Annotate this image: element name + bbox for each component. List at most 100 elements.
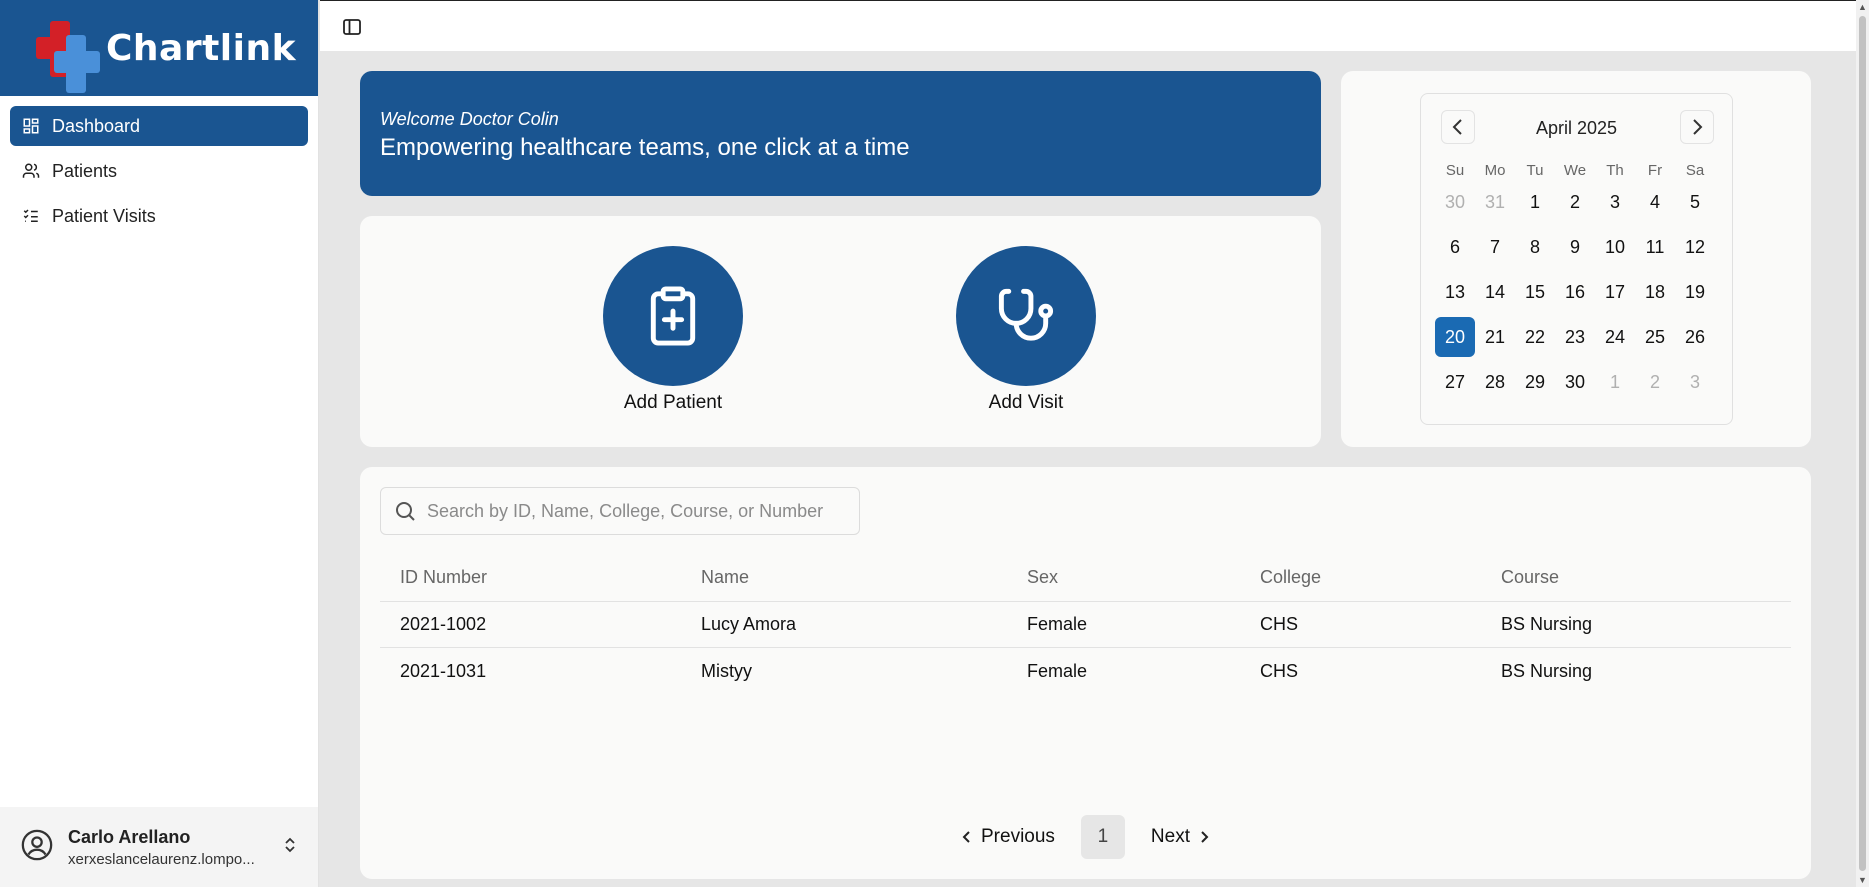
sidebar-item-label: Patient Visits [52, 205, 156, 226]
column-header-name[interactable]: Name [681, 567, 1007, 588]
calendar-day[interactable]: 11 [1635, 227, 1675, 267]
column-header-course[interactable]: Course [1481, 567, 1791, 588]
sidebar-toggle-icon[interactable] [342, 17, 362, 37]
clipboard-plus-icon [650, 286, 696, 346]
scroll-down-arrow-icon[interactable]: ▼ [1856, 873, 1869, 887]
scrollbar-thumb[interactable] [1859, 16, 1866, 871]
welcome-banner: Welcome Doctor Colin Empowering healthca… [360, 71, 1321, 196]
sidebar-item-patients[interactable]: Patients [10, 151, 308, 191]
table-row[interactable]: 2021-1002 Lucy Amora Female CHS BS Nursi… [380, 602, 1791, 648]
calendar-day[interactable]: 8 [1515, 227, 1555, 267]
previous-page-button[interactable]: Previous [953, 815, 1063, 859]
add-visit-label: Add Visit [988, 392, 1064, 413]
page-scrollbar[interactable]: ▲ ▼ [1856, 0, 1869, 887]
calendar-next-button[interactable] [1680, 110, 1714, 144]
sidebar: Chartlink Dashboard Patients Patient Vis… [0, 0, 319, 887]
calendar-day[interactable]: 24 [1595, 317, 1635, 357]
calendar-week-row: 13 14 15 16 17 18 19 [1435, 272, 1715, 317]
calendar-day[interactable]: 4 [1635, 182, 1675, 222]
cell-course: BS Nursing [1501, 614, 1593, 634]
scroll-up-arrow-icon[interactable]: ▲ [1856, 0, 1869, 14]
sidebar-item-dashboard[interactable]: Dashboard [10, 106, 308, 146]
calendar-day[interactable]: 5 [1675, 182, 1715, 222]
calendar-day[interactable]: 17 [1595, 272, 1635, 312]
calendar-day[interactable]: 3 [1595, 182, 1635, 222]
calendar-week-row: 30 31 1 2 3 4 5 [1435, 182, 1715, 227]
calendar-weekday-row: Su Mo Tu We Th Fr Sa [1435, 160, 1715, 182]
calendar-day[interactable]: 30 [1555, 362, 1595, 402]
search-box[interactable] [380, 487, 860, 535]
welcome-title: Empowering healthcare teams, one click a… [380, 134, 910, 161]
table-row[interactable]: 2021-1031 Mistyy Female CHS BS Nursing [380, 648, 1791, 694]
topbar [320, 0, 1856, 51]
calendar-day[interactable]: 2 [1635, 362, 1675, 402]
column-header-sex[interactable]: Sex [1007, 567, 1240, 588]
calendar-weekday: Tu [1526, 162, 1544, 179]
calendar-day[interactable]: 28 [1475, 362, 1515, 402]
calendar-day[interactable]: 1 [1515, 182, 1555, 222]
calendar-day[interactable]: 29 [1515, 362, 1555, 402]
add-visit-circle[interactable] [956, 246, 1096, 386]
user-menu[interactable]: Carlo Arellano xerxeslancelaurenz.lompo.… [0, 807, 318, 887]
calendar-day[interactable]: 30 [1435, 182, 1475, 222]
calendar-day[interactable]: 19 [1675, 272, 1715, 312]
column-header-id[interactable]: ID Number [380, 567, 681, 588]
search-icon [396, 502, 415, 521]
chartlink-logo-icon [36, 19, 100, 93]
calendar-day[interactable]: 9 [1555, 227, 1595, 267]
calendar-day[interactable]: 1 [1595, 362, 1635, 402]
calendar-day[interactable]: 18 [1635, 272, 1675, 312]
calendar-day[interactable]: 23 [1555, 317, 1595, 357]
calendar-day[interactable]: 16 [1555, 272, 1595, 312]
calendar-day[interactable]: 14 [1475, 272, 1515, 312]
calendar-weekday: Sa [1685, 162, 1705, 179]
calendar-day[interactable]: 21 [1475, 317, 1515, 357]
calendar-day[interactable]: 6 [1435, 227, 1475, 267]
calendar-day[interactable]: 13 [1435, 272, 1475, 312]
calendar-day[interactable]: 22 [1515, 317, 1555, 357]
brand-header[interactable]: Chartlink [0, 0, 318, 96]
brand-name: Chartlink [106, 27, 297, 69]
calendar-day[interactable]: 25 [1635, 317, 1675, 357]
pagination: Previous 1 Next [360, 815, 1811, 859]
calendar-day[interactable]: 10 [1595, 227, 1635, 267]
user-avatar-icon [20, 828, 54, 867]
sidebar-item-patient-visits[interactable]: Patient Visits [10, 196, 308, 236]
cell-college: CHS [1260, 660, 1299, 681]
calendar-card: April 2025 Su Mo Tu We Th Fr Sa 30 31 1 2 3 4 5 6 7 8 9 10… [1341, 71, 1811, 447]
sidebar-nav: Dashboard Patients Patient Visits [0, 96, 318, 251]
welcome-subtitle: Welcome Doctor Colin [380, 109, 559, 129]
calendar-weekday: Mo [1484, 162, 1506, 179]
calendar-day[interactable]: 26 [1675, 317, 1715, 357]
calendar-day[interactable]: 15 [1515, 272, 1555, 312]
calendar-day-selected[interactable]: 20 [1435, 317, 1475, 357]
patients-table-card: ID Number Name Sex College Course 2021-1… [360, 467, 1811, 879]
sidebar-item-label: Dashboard [52, 115, 141, 136]
chevrons-up-down-icon[interactable] [282, 836, 298, 859]
calendar-week-row: 27 28 29 30 1 2 3 [1435, 362, 1715, 407]
add-patient-label: Add Patient [623, 392, 723, 413]
next-label: Next [1150, 826, 1190, 847]
stethoscope-icon [998, 288, 1054, 341]
cell-sex: Female [1027, 614, 1088, 634]
list-check-icon [23, 209, 38, 222]
cell-name: Mistyy [701, 660, 752, 681]
cell-id: 2021-1002 [400, 614, 487, 634]
calendar-day[interactable]: 7 [1475, 227, 1515, 267]
calendar-day[interactable]: 31 [1475, 182, 1515, 222]
calendar-day[interactable]: 27 [1435, 362, 1475, 402]
next-page-button[interactable]: Next [1143, 815, 1218, 859]
page-number-button[interactable]: 1 [1080, 815, 1125, 859]
calendar-week-row: 6 7 8 9 10 11 12 [1435, 227, 1715, 272]
add-visit-button[interactable]: Add Visit [946, 246, 1106, 414]
add-patient-button[interactable]: Add Patient [593, 246, 753, 414]
calendar-day[interactable]: 2 [1555, 182, 1595, 222]
cell-name: Lucy Amora [701, 614, 797, 634]
column-header-college[interactable]: College [1240, 567, 1481, 588]
search-input[interactable] [427, 500, 847, 522]
calendar-day[interactable]: 3 [1675, 362, 1715, 402]
calendar-day[interactable]: 12 [1675, 227, 1715, 267]
calendar-weekday: We [1563, 162, 1587, 179]
add-patient-circle[interactable] [603, 246, 743, 386]
table-header-row: ID Number Name Sex College Course [380, 553, 1791, 602]
